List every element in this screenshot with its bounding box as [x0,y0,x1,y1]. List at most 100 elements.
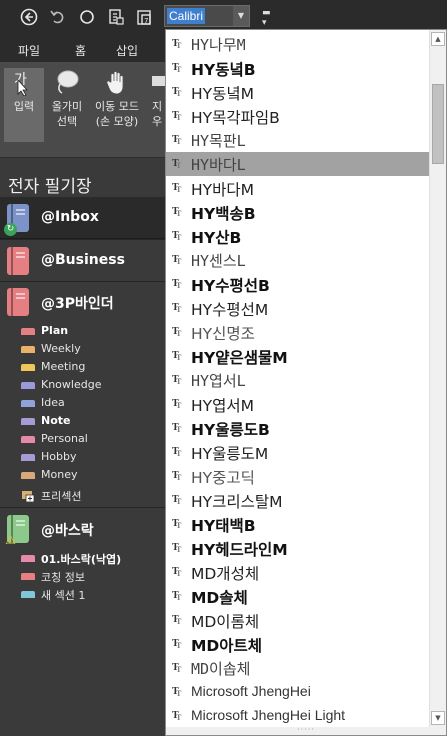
truetype-font-icon: T [172,686,181,698]
font-item[interactable]: T HY수평선M [166,296,430,320]
font-item[interactable]: T HY수평선B [166,272,430,296]
circle-icon[interactable] [78,8,96,26]
font-item-name: MD개성체 [191,565,260,583]
font-item[interactable]: T HY백송B [166,200,430,224]
font-item[interactable]: T HY바다L [166,152,430,176]
tab-file[interactable]: 파일 [18,42,40,59]
font-item[interactable]: T HY센스L [166,248,430,272]
font-name-combobox[interactable]: Calibri ▼ [164,5,250,27]
font-name-value[interactable]: Calibri [167,8,206,24]
font-item[interactable]: T HY동녘B [166,56,430,80]
hand-icon [106,71,124,95]
chevron-down-icon[interactable]: ▼ [233,6,249,26]
font-item[interactable]: T HY태백B [166,512,430,536]
font-item[interactable]: T MD개성체 [166,560,430,584]
notebook-inbox[interactable]: ↻ @Inbox [0,197,170,239]
section-tab-icon [21,328,35,335]
section-coaching[interactable]: 코칭 정보 [21,568,166,586]
section-name: 프리섹션 [41,490,82,503]
font-item[interactable]: T HY목판L [166,128,430,152]
truetype-font-icon: T [172,134,181,146]
font-item-name: HY목각파임B [191,109,280,127]
font-item[interactable]: T HY목각파임B [166,104,430,128]
font-item[interactable]: T HY중고딕 [166,464,430,488]
section-weekly[interactable]: Weekly [21,341,166,359]
section-name: 새 섹션 1 [41,589,86,602]
truetype-font-icon: T [172,614,181,626]
truetype-font-icon: T [172,62,181,74]
section-basrak-leaves[interactable]: 01.바스락(낙엽) [21,550,166,568]
page-icon[interactable]: 7 [136,8,154,26]
truetype-font-icon: T [172,542,181,554]
section-idea[interactable]: Idea [21,395,166,413]
font-item[interactable]: T HY바다M [166,176,430,200]
font-item[interactable]: T HY울릉도B [166,416,430,440]
sync-page-icon[interactable] [107,8,125,26]
font-dropdown-list[interactable]: THY나무MTHY동녘BTHY동녘MTHY목각파임BTHY목판LTHY바다LTH… [165,29,447,736]
font-item[interactable]: T Microsoft JhengHei Light [166,704,430,727]
eraser-label: 지우 [151,100,163,128]
section-new-1[interactable]: 새 섹션 1 [21,586,166,604]
font-item[interactable]: T HY헤드라인M [166,536,430,560]
section-note[interactable]: Note [21,413,166,431]
font-item-name: HY센스L [191,252,246,270]
font-item-name: MD이롬체 [191,613,260,631]
truetype-font-icon: T [172,518,181,530]
notebook-business[interactable]: @Business [0,240,170,282]
scroll-thumb[interactable] [432,84,444,164]
font-item[interactable]: T HY신명조 [166,320,430,344]
font-list-scrollbar[interactable]: ▲ ▼ [429,30,446,727]
section-name: 01.바스락(낙엽) [41,553,122,566]
notebook-3p-binder[interactable]: @3P바인더 [0,281,170,323]
font-item[interactable]: T HY동녘M [166,80,430,104]
font-item[interactable]: T HY얕은샘물M [166,344,430,368]
section-name: Plan [41,324,69,337]
pan-mode-button[interactable]: 이동 모드 (손 모양) [90,68,144,129]
section-knowledge[interactable]: Knowledge [21,377,166,395]
font-item[interactable]: T MD아트체 [166,632,430,656]
section-meeting[interactable]: Meeting [21,359,166,377]
font-item-name: HY수평선M [191,301,269,319]
font-item[interactable]: T HY나무M [166,32,430,56]
font-item[interactable]: T MD이롬체 [166,608,430,632]
font-item-name: HY얕은샘물M [191,349,288,367]
section-hobby[interactable]: Hobby [21,449,166,467]
font-item[interactable]: T MD솔체 [166,584,430,608]
tab-insert[interactable]: 삽입 [116,42,138,59]
eraser-button[interactable]: 지우 [148,68,166,129]
section-money[interactable]: Money [21,467,166,485]
eraser-icon [152,76,166,86]
font-item-name: HY헤드라인M [191,541,288,559]
font-item[interactable]: T HY엽서M [166,392,430,416]
resize-grip-icon[interactable]: ····· [166,726,446,735]
font-item[interactable]: T HY울릉도M [166,440,430,464]
font-item[interactable]: T MD이솝체 [166,656,430,680]
section-plan[interactable]: Plan [21,323,166,341]
notebook-basrak[interactable]: ⚠ @바스락 [0,508,170,550]
font-item-name: HY태백B [191,517,256,535]
section-name: 코칭 정보 [41,571,85,584]
truetype-font-icon: T [172,374,181,386]
font-item[interactable]: T HY산B [166,224,430,248]
font-list: THY나무MTHY동녘BTHY동녘MTHY목각파임BTHY목판LTHY바다LTH… [166,30,430,727]
font-item[interactable]: T HY엽서L [166,368,430,392]
lasso-select-button[interactable]: 올가미 선택 [48,68,86,129]
truetype-font-icon: T [172,638,181,650]
type-button[interactable]: 가 입력 [4,68,44,142]
section-tab-icon [21,591,35,598]
section-group-free[interactable]: 프리섹션 [21,487,166,505]
tab-home[interactable]: 홈 [75,42,86,59]
section-tab-icon [21,454,35,461]
back-circle-icon[interactable] [20,8,38,26]
section-name: Note [41,414,71,427]
font-item[interactable]: T HY크리스탈M [166,488,430,512]
font-item-name: HY바다M [191,181,255,199]
truetype-font-icon: T [172,710,181,722]
toolbar-customize-icon[interactable]: ▬ ▾ [262,8,271,28]
font-item[interactable]: T Microsoft JhengHei [166,680,430,704]
scroll-down-icon[interactable]: ▼ [431,711,445,725]
section-personal[interactable]: Personal [21,431,166,449]
undo-icon[interactable] [49,8,67,26]
scroll-up-icon[interactable]: ▲ [431,32,445,46]
warning-icon: ⚠ [5,533,16,547]
